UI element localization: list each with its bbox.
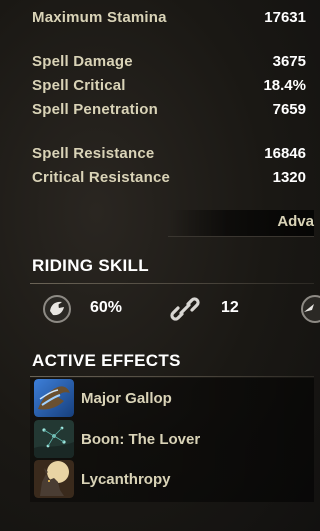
advanced-stats-button[interactable]: Adva <box>168 210 314 237</box>
stat-label: Spell Damage <box>32 52 133 70</box>
stat-label: Spell Penetration <box>32 100 158 118</box>
chain-link-icon <box>170 294 200 324</box>
stat-value: 16846 <box>264 144 306 162</box>
section-divider <box>30 376 314 377</box>
riding-capacity-value: 12 <box>221 299 239 316</box>
effect-name: Major Gallop <box>81 389 172 407</box>
stat-spell-resistance: Spell Resistance 16846 <box>32 143 306 163</box>
stat-value: 7659 <box>272 100 306 118</box>
stat-label: Maximum Stamina <box>32 8 167 26</box>
active-effects-title: ACTIVE EFFECTS <box>32 351 181 370</box>
effect-boon-the-lover[interactable]: Boon: The Lover <box>34 420 314 458</box>
stat-label: Critical Resistance <box>32 168 171 186</box>
riding-skill-title: RIDING SKILL <box>32 256 149 275</box>
effect-name: Boon: The Lover <box>81 430 201 448</box>
horse-stamina-icon <box>300 294 320 324</box>
stat-label: Spell Resistance <box>32 144 155 162</box>
effect-name: Lycanthropy <box>81 470 171 488</box>
stat-value: 18.4% <box>263 76 306 94</box>
stat-spell-damage: Spell Damage 3675 <box>32 51 306 71</box>
riding-speed-value: 60% <box>90 299 123 316</box>
riding-skill-row: 60% 12 <box>0 292 320 326</box>
effect-major-gallop[interactable]: Major Gallop <box>34 379 314 417</box>
major-gallop-icon <box>34 379 74 417</box>
horse-speed-icon <box>42 294 72 324</box>
boon-the-lover-icon <box>34 420 74 458</box>
effect-lycanthropy[interactable]: Lycanthropy <box>34 460 314 498</box>
stat-spell-critical: Spell Critical 18.4% <box>32 75 306 95</box>
stat-value: 1320 <box>272 168 306 186</box>
stat-spell-penetration: Spell Penetration 7659 <box>32 99 306 119</box>
advanced-stats-label: Adva <box>277 213 314 230</box>
stat-maximum-stamina: Maximum Stamina 17631 <box>32 7 306 27</box>
stat-value: 17631 <box>264 8 306 26</box>
stat-critical-resistance: Critical Resistance 1320 <box>32 167 306 187</box>
stat-value: 3675 <box>272 52 306 70</box>
section-divider <box>30 283 314 284</box>
lycanthropy-icon <box>34 460 74 498</box>
stat-label: Spell Critical <box>32 76 126 94</box>
